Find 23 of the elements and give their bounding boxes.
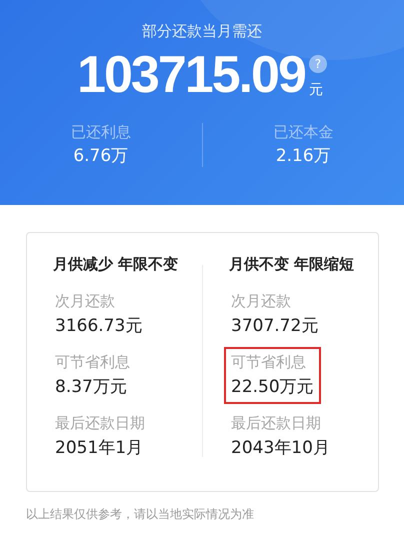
item-label: 最后还款日期 xyxy=(231,414,321,433)
help-button[interactable]: ? xyxy=(308,55,327,73)
option-title: 月供减少 年限不变 xyxy=(53,255,178,274)
amount: 103715.09 xyxy=(77,49,305,101)
item-label: 可节省利息 xyxy=(55,353,130,372)
unit: 元 xyxy=(308,81,323,99)
item-label: 可节省利息 xyxy=(231,353,306,372)
option-title: 月供不变 年限缩短 xyxy=(229,255,354,274)
item-label: 次月还款 xyxy=(55,292,115,311)
header-title: 部分还款当月需还 xyxy=(141,22,263,41)
stat-value: 2.16万 xyxy=(276,145,331,167)
item-value: 2043年10月 xyxy=(231,437,330,459)
stat-label: 已还本金 xyxy=(273,123,334,142)
footnote: 以上结果仅供参考，请以当地实际情况为准 xyxy=(26,506,255,523)
item-value: 3166.73元 xyxy=(55,315,142,337)
item-label: 次月还款 xyxy=(231,292,291,311)
item-label: 最后还款日期 xyxy=(55,414,145,433)
item-value: 8.37万元 xyxy=(55,376,127,398)
item-value: 2051年1月 xyxy=(55,437,144,459)
stat-value: 6.76万 xyxy=(73,145,128,167)
item-value: 22.50万元 xyxy=(231,376,314,398)
stat-label: 已还利息 xyxy=(70,123,131,142)
item-value: 3707.72元 xyxy=(231,315,318,337)
